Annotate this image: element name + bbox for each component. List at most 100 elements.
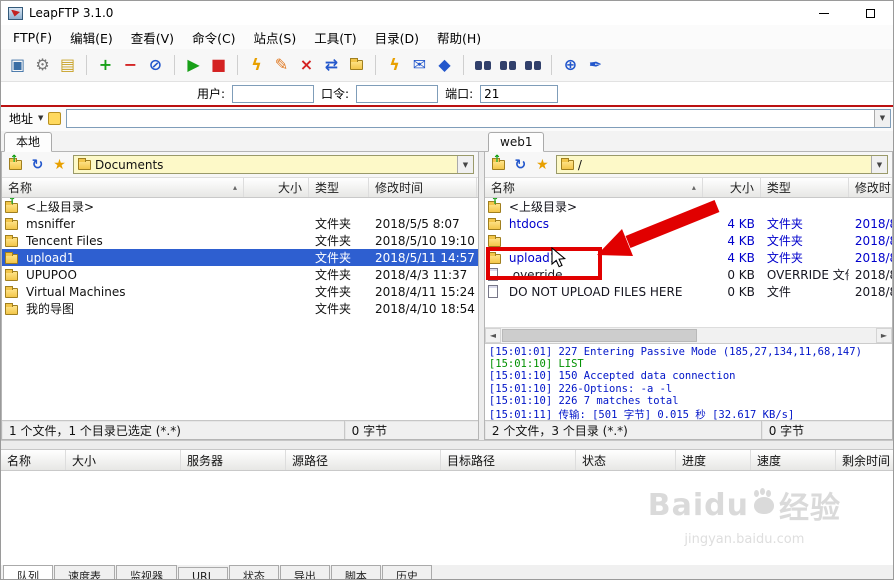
script-icon[interactable]: ✒ [584,54,607,77]
tab-local[interactable]: 本地 [4,132,52,152]
menu-item[interactable]: 编辑(E) [61,25,122,50]
queue-tab[interactable]: 速度表 [54,565,115,579]
start-transfer-icon[interactable]: ▶ [182,54,205,77]
file-row[interactable]: upload1文件夹2018/5/11 14:57 [2,249,478,266]
username-input[interactable] [232,85,314,103]
quick-connect-icon[interactable]: ϟ [245,54,268,77]
column-header[interactable]: 名称▴ [485,178,703,197]
queue-tab[interactable]: URL [178,567,228,579]
dropdown-arrow-icon[interactable]: ▼ [457,156,473,173]
disconnect-icon[interactable]: ⊘ [144,54,167,77]
queue-tab[interactable]: 监视器 [116,565,177,579]
local-path-combobox[interactable]: Documents ▼ [73,155,474,174]
refresh-icon[interactable]: ↻ [28,156,47,174]
column-header[interactable]: 大小 [703,178,761,197]
queue-tab[interactable]: 状态 [229,565,279,579]
menu-item[interactable]: 站点(S) [245,25,306,50]
column-header[interactable]: 修改时间 [369,178,477,197]
menu-item[interactable]: 帮助(H) [428,25,490,50]
file-row[interactable]: DO NOT UPLOAD FILES HERE0 KB文件2018/8 [485,283,892,300]
menu-item[interactable]: 目录(D) [366,25,428,50]
menu-item[interactable]: 工具(T) [305,25,365,50]
file-row[interactable]: 我的导图文件夹2018/4/10 18:54 [2,300,478,317]
find-icon[interactable] [471,54,494,77]
log-line: [15:01:10] 226 7 matches total [489,395,888,407]
parent-folder-icon[interactable]: ↑ [489,156,508,174]
queue-tab[interactable]: 队列 [3,565,53,579]
find-prev-icon[interactable] [521,54,544,77]
column-header[interactable]: 大小 [244,178,309,197]
dropdown-arrow-icon[interactable]: ▼ [871,156,887,173]
queue-column-header[interactable]: 剩余时间 [836,450,893,470]
column-header[interactable]: 名称▴ [2,178,244,197]
add-site-icon[interactable]: + [94,54,117,77]
transfer-mode-icon[interactable]: ⇄ [320,54,343,77]
queue-splitter[interactable] [1,440,893,450]
queue-column-header[interactable]: 状态 [576,450,676,470]
queue-column-header[interactable]: 源路径 [286,450,441,470]
address-caret-icon[interactable]: ▼ [38,114,43,122]
log-line: [15:01:10] LIST [489,358,888,370]
scroll-left-icon[interactable]: ◄ [485,328,501,343]
delete-icon[interactable]: × [295,54,318,77]
toolbar-separator [86,55,87,75]
dropdown-arrow-icon[interactable]: ▼ [874,110,890,127]
file-row[interactable]: 4 KB文件夹2018/8 [485,232,892,249]
file-icon [488,268,505,281]
connect-icon[interactable]: ▣ [6,54,29,77]
port-input[interactable] [480,85,558,103]
column-header[interactable]: 类型 [761,178,849,197]
scrollbar-thumb[interactable] [502,329,697,342]
scrollbar-track[interactable] [501,328,876,343]
parent-folder-icon[interactable]: ↑ [6,156,25,174]
tab-remote[interactable]: web1 [488,132,544,152]
notepad-icon[interactable]: ▤ [56,54,79,77]
remote-horizontal-scrollbar[interactable]: ◄ ► [485,327,892,343]
site-manager-icon[interactable]: ⚙ [31,54,54,77]
file-row[interactable]: ↑<上级目录> [2,198,478,215]
queue-column-header[interactable]: 目标路径 [441,450,576,470]
queue-column-header[interactable]: 进度 [676,450,751,470]
stop-transfer-icon[interactable]: ■ [207,54,230,77]
maximize-button[interactable] [847,1,893,25]
bookmarks-icon[interactable]: ★ [533,156,552,174]
file-row[interactable]: msniffer文件夹2018/5/5 8:07 [2,215,478,232]
remote-path-combobox[interactable]: / ▼ [556,155,888,174]
address-combobox[interactable]: ▼ [66,109,891,128]
bookmarks-icon[interactable]: ★ [50,156,69,174]
sync-folders-icon[interactable] [345,54,368,77]
edit-icon[interactable]: ✎ [270,54,293,77]
sort-indicator-icon: ▴ [229,183,237,192]
web-browser-icon[interactable]: ⊕ [559,54,582,77]
scroll-right-icon[interactable]: ► [876,328,892,343]
queue-column-header[interactable]: 名称 [1,450,66,470]
queue-column-header[interactable]: 速度 [751,450,836,470]
file-row[interactable]: .override0 KBOVERRIDE 文件2018/8 [485,266,892,283]
queue-column-header[interactable]: 大小 [66,450,181,470]
password-input[interactable] [356,85,438,103]
file-row[interactable]: UPUPOO文件夹2018/4/3 11:37 [2,266,478,283]
mail-icon[interactable]: ✉ [408,54,431,77]
menu-item[interactable]: FTP(F) [4,27,61,48]
file-row[interactable]: ↑<上级目录> [485,198,892,215]
address-tag-icon[interactable] [48,112,61,125]
minimize-button[interactable] [801,1,847,25]
file-row[interactable]: upload14 KB文件夹2018/8 [485,249,892,266]
process-queue-icon[interactable]: ϟ [383,54,406,77]
queue-tab[interactable]: 脚本 [331,565,381,579]
menu-item[interactable]: 命令(C) [183,25,244,50]
column-header[interactable]: 修改时间 [849,178,892,197]
remove-site-icon[interactable]: − [119,54,142,77]
queue-tab[interactable]: 历史 [382,565,432,579]
file-row[interactable]: Tencent Files文件夹2018/5/10 19:10 [2,232,478,249]
file-row[interactable]: htdocs4 KB文件夹2018/8 [485,215,892,232]
column-header[interactable]: 类型 [309,178,369,197]
find-next-icon[interactable] [496,54,519,77]
queue-column-header[interactable]: 服务器 [181,450,286,470]
queue-tab[interactable]: 导出 [280,565,330,579]
baidu-watermark: Baidu 经验 jingyan.baidu.com [648,483,841,547]
menu-item[interactable]: 查看(V) [122,25,183,50]
refresh-icon[interactable]: ↻ [511,156,530,174]
schedule-icon[interactable]: ◆ [433,54,456,77]
file-row[interactable]: Virtual Machines文件夹2018/4/11 15:24 [2,283,478,300]
